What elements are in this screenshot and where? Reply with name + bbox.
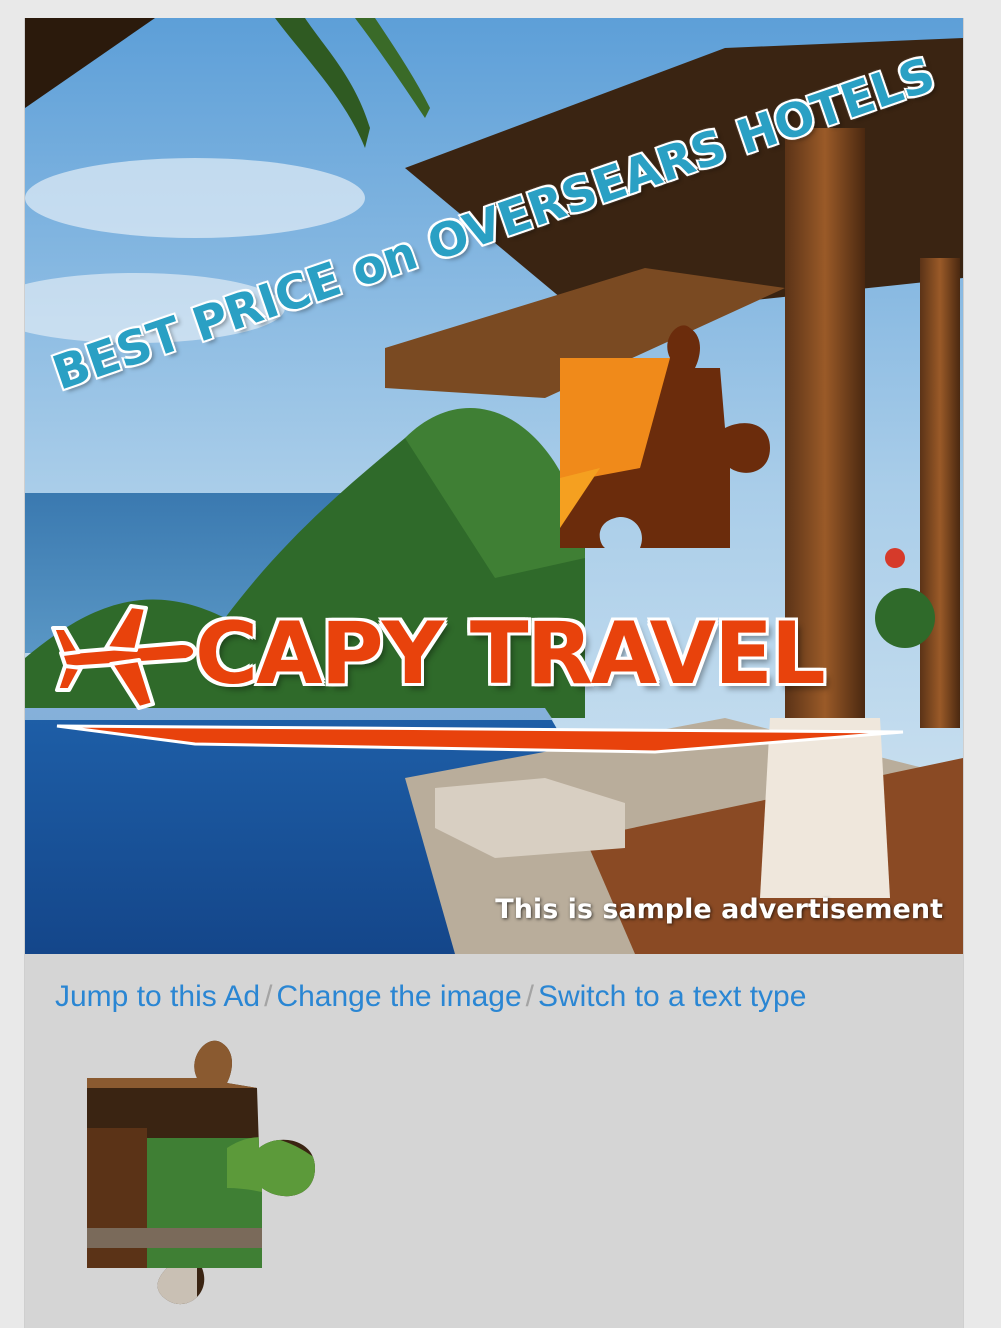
brand-name: CAPY TRAVEL [195, 604, 826, 704]
sample-caption: This is sample advertisement [495, 894, 943, 925]
airplane-icon [51, 604, 197, 710]
puzzle-slot-icon [560, 325, 770, 548]
separator: / [264, 980, 273, 1013]
switch-text-type-link[interactable]: Switch to a text type [538, 980, 806, 1013]
jump-to-ad-link[interactable]: Jump to this Ad [55, 980, 260, 1013]
puzzle-piece-icon[interactable] [77, 1028, 327, 1318]
ad-widget: BEST PRICE on OVERSEARS HOTELS CAPY TRAV… [24, 18, 964, 1328]
brand-swoosh [56, 724, 904, 754]
advertisement-banner[interactable]: BEST PRICE on OVERSEARS HOTELS CAPY TRAV… [25, 18, 963, 954]
change-image-link[interactable]: Change the image [276, 980, 521, 1013]
ad-actions: Jump to this Ad / Change the image / Switch … [55, 980, 806, 1014]
resort-photo [25, 18, 963, 954]
separator: / [525, 980, 534, 1013]
